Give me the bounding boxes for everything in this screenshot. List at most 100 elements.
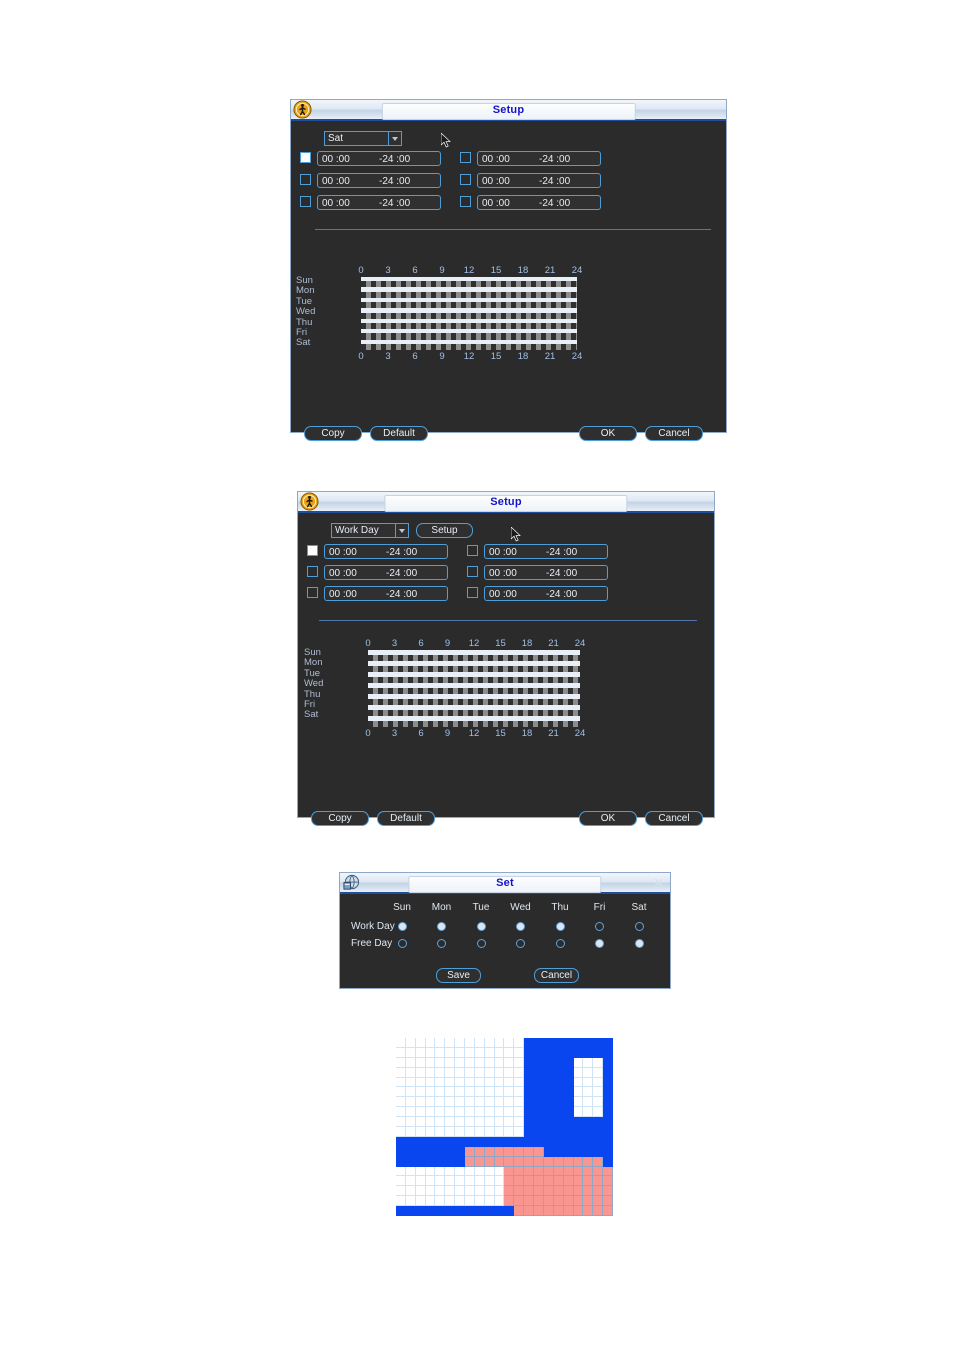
radio-work-day-sat[interactable] (634, 922, 644, 931)
region-cell[interactable] (455, 1166, 466, 1177)
period-checkbox-2[interactable] (300, 174, 311, 185)
region-cell[interactable] (494, 1047, 505, 1058)
region-cell[interactable] (484, 1067, 495, 1078)
region-cell[interactable] (465, 1057, 475, 1068)
region-cell[interactable] (415, 1127, 426, 1137)
region-cell[interactable] (455, 1117, 466, 1127)
region-cell[interactable] (445, 1047, 456, 1058)
region-cell[interactable] (583, 1136, 594, 1147)
region-cell[interactable] (484, 1176, 495, 1187)
region-cell[interactable] (563, 1057, 574, 1068)
region-cell[interactable] (563, 1107, 574, 1118)
region-cell[interactable] (484, 1206, 495, 1216)
region-cell[interactable] (543, 1057, 554, 1068)
region-cell[interactable] (435, 1176, 446, 1187)
region-cell[interactable] (603, 1107, 613, 1118)
region-cell[interactable] (543, 1067, 554, 1078)
region-cell[interactable] (396, 1127, 406, 1137)
region-cell[interactable] (514, 1117, 525, 1127)
region-cell[interactable] (573, 1107, 584, 1118)
region-cell[interactable] (593, 1146, 604, 1157)
region-cell[interactable] (435, 1107, 446, 1118)
region-cell[interactable] (534, 1097, 544, 1108)
region-cell[interactable] (603, 1206, 613, 1216)
region-cell[interactable] (474, 1127, 485, 1137)
radio-work-day-tue[interactable] (476, 922, 486, 931)
region-cell[interactable] (524, 1196, 535, 1207)
region-cell[interactable] (455, 1176, 466, 1187)
region-cell[interactable] (465, 1166, 475, 1177)
region-cell[interactable] (514, 1196, 525, 1207)
region-cell[interactable] (553, 1067, 564, 1078)
region-cell[interactable] (593, 1057, 604, 1068)
region-cell[interactable] (514, 1146, 525, 1157)
radio-free-day-sat[interactable] (634, 939, 644, 948)
region-cell[interactable] (425, 1166, 436, 1177)
region-cell[interactable] (405, 1186, 416, 1197)
region-cell[interactable] (553, 1176, 564, 1187)
region-cell[interactable] (465, 1176, 475, 1187)
ok-button[interactable]: OK (579, 426, 637, 441)
region-cell[interactable] (435, 1127, 446, 1137)
region-cell[interactable] (524, 1107, 535, 1118)
region-cell[interactable] (514, 1166, 525, 1177)
region-cell[interactable] (455, 1038, 466, 1048)
region-cell[interactable] (534, 1136, 544, 1147)
region-cell[interactable] (474, 1156, 485, 1167)
region-cell[interactable] (484, 1196, 495, 1207)
region-cell[interactable] (534, 1186, 544, 1197)
region-cell[interactable] (583, 1186, 594, 1197)
period-input-6[interactable]: 00 :00 -24 :00 (477, 195, 601, 210)
region-cell[interactable] (474, 1087, 485, 1098)
region-cell[interactable] (484, 1047, 495, 1058)
region-cell[interactable] (593, 1067, 604, 1078)
period-checkbox-6[interactable] (460, 196, 471, 207)
region-cell[interactable] (474, 1117, 485, 1127)
region-cell[interactable] (543, 1186, 554, 1197)
region-cell[interactable] (405, 1206, 416, 1216)
default-button[interactable]: Default (370, 426, 428, 441)
period-checkbox-5[interactable] (460, 174, 471, 185)
region-cell[interactable] (396, 1156, 406, 1167)
region-cell[interactable] (494, 1166, 505, 1177)
region-cell[interactable] (445, 1206, 456, 1216)
region-cell[interactable] (543, 1176, 554, 1187)
cancel-button[interactable]: Cancel (645, 811, 703, 826)
region-cell[interactable] (465, 1097, 475, 1108)
period-input-4[interactable]: 00 :00 -24 :00 (484, 544, 608, 559)
schedule-grid[interactable] (368, 650, 580, 727)
region-cell[interactable] (455, 1097, 466, 1108)
region-cell[interactable] (396, 1136, 406, 1147)
period-input-1[interactable]: 00 :00 -24 :00 (324, 544, 448, 559)
region-cell[interactable] (405, 1176, 416, 1187)
region-cell[interactable] (415, 1196, 426, 1207)
region-cell[interactable] (455, 1057, 466, 1068)
region-cell[interactable] (474, 1077, 485, 1088)
region-cell[interactable] (573, 1136, 584, 1147)
region-cell[interactable] (415, 1146, 426, 1157)
region-cell[interactable] (425, 1117, 436, 1127)
region-cell[interactable] (583, 1057, 594, 1068)
region-cell[interactable] (603, 1156, 613, 1167)
region-cell[interactable] (396, 1097, 406, 1108)
region-cell[interactable] (573, 1077, 584, 1088)
motion-detection-region-grid[interactable] (396, 1038, 613, 1216)
region-cell[interactable] (603, 1087, 613, 1098)
region-cell[interactable] (415, 1067, 426, 1078)
radio-work-day-sun[interactable] (397, 922, 407, 931)
region-cell[interactable] (583, 1166, 594, 1177)
period-checkbox-1[interactable] (307, 545, 318, 556)
region-cell[interactable] (504, 1127, 515, 1137)
region-cell[interactable] (603, 1057, 613, 1068)
region-cell[interactable] (553, 1117, 564, 1127)
region-cell[interactable] (543, 1047, 554, 1058)
region-cell[interactable] (583, 1176, 594, 1187)
region-cell[interactable] (504, 1097, 515, 1108)
save-button[interactable]: Save (436, 968, 481, 983)
region-cell[interactable] (514, 1176, 525, 1187)
region-cell[interactable] (534, 1038, 544, 1048)
region-cell[interactable] (514, 1156, 525, 1167)
region-cell[interactable] (425, 1047, 436, 1058)
region-cell[interactable] (415, 1117, 426, 1127)
region-cell[interactable] (455, 1107, 466, 1118)
